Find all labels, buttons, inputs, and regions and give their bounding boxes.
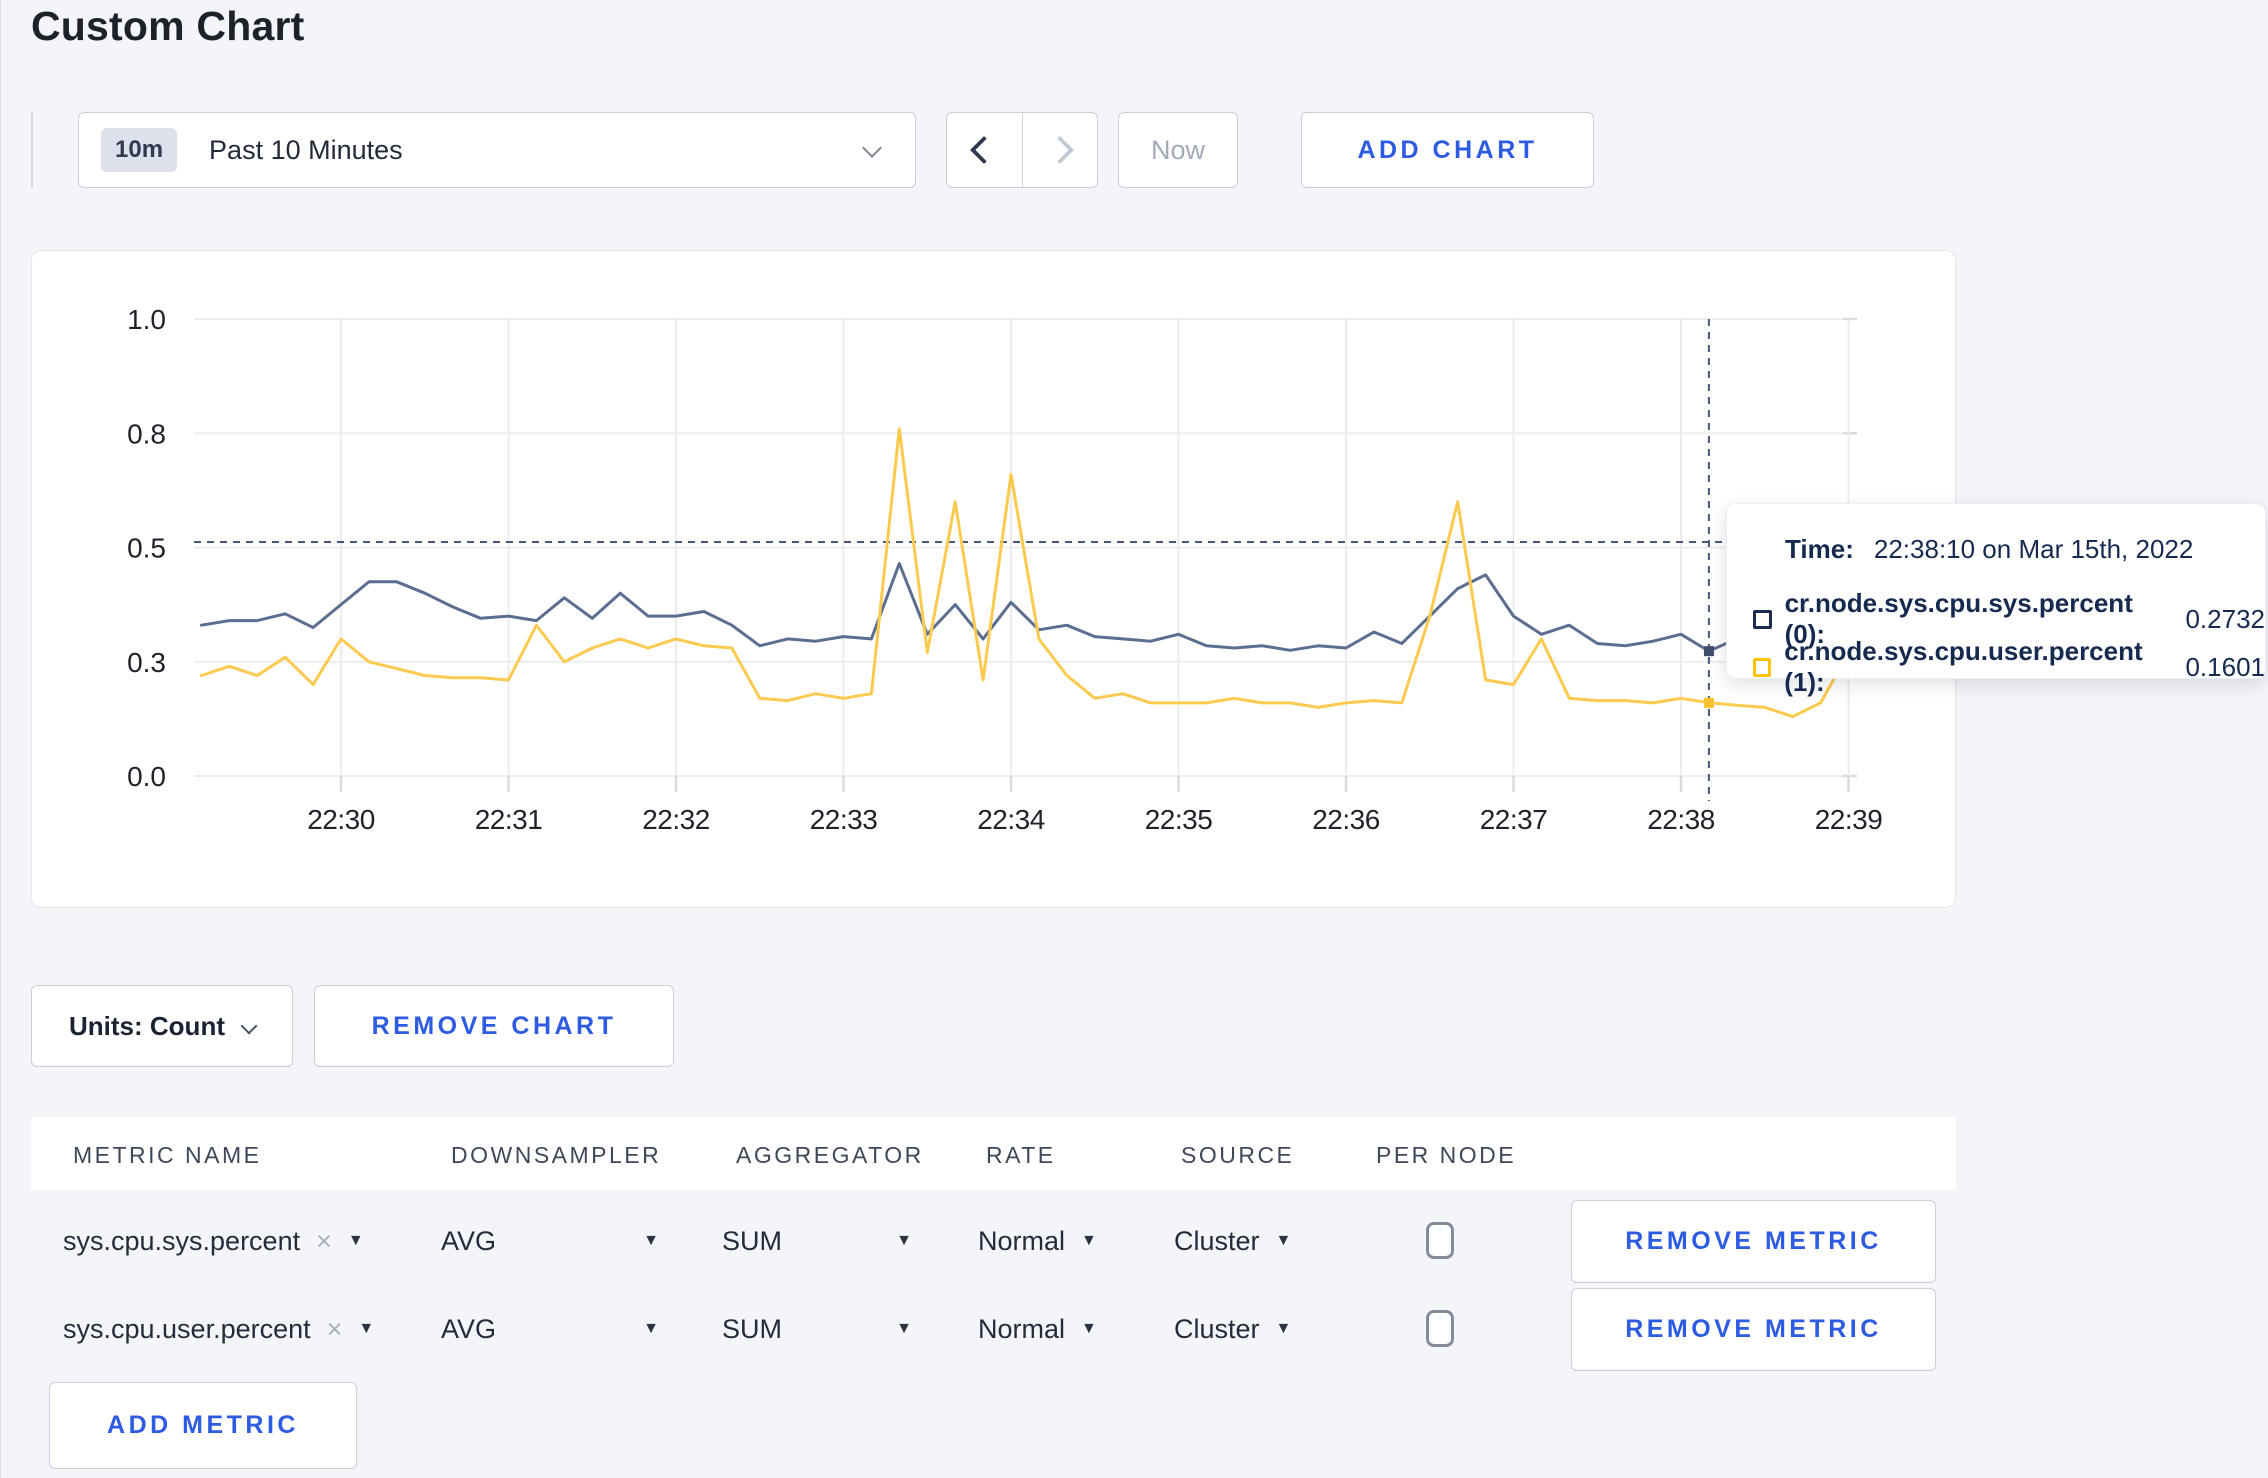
tooltip-series-row: cr.node.sys.cpu.user.percent (1): 0.1601 xyxy=(1753,636,2265,698)
source-select[interactable]: Cluster ▼ xyxy=(1174,1223,1291,1259)
tooltip-series-label: cr.node.sys.cpu.user.percent (1): xyxy=(1784,636,2143,697)
add-metric-button[interactable]: ADD METRIC xyxy=(49,1382,357,1469)
metrics-table-header: METRIC NAME DOWNSAMPLER AGGREGATOR RATE … xyxy=(31,1118,1956,1190)
rate-value: Normal xyxy=(978,1225,1066,1256)
y-axis-label: 0.3 xyxy=(127,647,166,678)
tooltip-time-value: 22:38:10 on Mar 15th, 2022 xyxy=(1873,534,2194,564)
hover-point xyxy=(1703,697,1714,708)
source-value: Cluster xyxy=(1174,1225,1260,1256)
units-dropdown[interactable]: Units: Count xyxy=(31,985,293,1067)
x-axis-label: 22:37 xyxy=(1480,804,1548,835)
dropdown-arrow-icon: ▼ xyxy=(1081,1320,1097,1337)
page-title: Custom Chart xyxy=(31,3,305,49)
dropdown-arrow-icon: ▼ xyxy=(896,1232,912,1249)
time-range-badge: 10m xyxy=(101,128,178,172)
aggregator-select[interactable]: SUM ▼ xyxy=(722,1223,912,1259)
toolbar-divider xyxy=(31,112,33,188)
x-axis-label: 22:36 xyxy=(1312,804,1380,835)
y-axis-label: 0.0 xyxy=(127,761,166,792)
col-header-metric-name: METRIC NAME xyxy=(73,1142,262,1168)
rate-select[interactable]: Normal ▼ xyxy=(978,1311,1097,1347)
x-axis-label: 22:34 xyxy=(977,804,1045,835)
per-node-checkbox[interactable] xyxy=(1426,1222,1454,1259)
downsampler-value: AVG xyxy=(441,1313,497,1344)
add-chart-button[interactable]: ADD CHART xyxy=(1301,112,1594,188)
metric-name-select[interactable]: sys.cpu.sys.percent × ▼ xyxy=(63,1223,364,1259)
prev-time-button[interactable] xyxy=(947,113,1023,187)
tooltip-series-value: 0.2732 xyxy=(2185,603,2265,634)
col-header-per-node: PER NODE xyxy=(1376,1142,1517,1168)
chevron-left-icon xyxy=(970,135,999,165)
time-nav-group xyxy=(946,112,1098,188)
rate-select[interactable]: Normal ▼ xyxy=(978,1223,1097,1259)
chevron-down-icon xyxy=(862,138,882,158)
dropdown-arrow-icon: ▼ xyxy=(896,1320,912,1337)
dropdown-arrow-icon: ▼ xyxy=(347,1232,364,1249)
x-axis-label: 22:32 xyxy=(642,804,710,835)
downsampler-value: AVG xyxy=(441,1225,497,1256)
remove-chart-button[interactable]: REMOVE CHART xyxy=(314,985,674,1067)
cpu-usage-chart[interactable]: 0.0 0.3 0.5 0.8 1.0 22:30 22:31 22:32 22:33 22:34… xyxy=(32,251,1957,909)
aggregator-value: SUM xyxy=(722,1313,782,1344)
next-time-button[interactable] xyxy=(1023,113,1098,187)
remove-metric-button[interactable]: REMOVE METRIC xyxy=(1571,1200,1936,1283)
chevron-down-icon xyxy=(240,1017,258,1035)
dropdown-arrow-icon: ▼ xyxy=(1275,1320,1292,1337)
tooltip-time-label: Time: xyxy=(1785,534,1854,564)
metric-name-value: sys.cpu.user.percent xyxy=(63,1313,311,1344)
chevron-right-icon xyxy=(1045,135,1074,165)
units-label: Units: Count xyxy=(69,1010,225,1041)
y-axis-label: 0.5 xyxy=(127,533,166,564)
series-line xyxy=(199,427,1850,719)
metric-name-value: sys.cpu.sys.percent xyxy=(63,1225,301,1256)
downsampler-select[interactable]: AVG ▼ xyxy=(441,1311,659,1347)
y-axis-label: 1.0 xyxy=(127,304,166,335)
clear-metric-icon[interactable]: × xyxy=(316,1226,332,1257)
x-axis-label: 22:39 xyxy=(1815,804,1883,835)
now-button[interactable]: Now xyxy=(1118,112,1238,188)
sys-series-swatch-icon xyxy=(1753,609,1772,629)
dropdown-arrow-icon: ▼ xyxy=(1081,1232,1097,1249)
clear-metric-icon[interactable]: × xyxy=(327,1314,343,1345)
aggregator-value: SUM xyxy=(722,1225,782,1256)
source-value: Cluster xyxy=(1174,1313,1260,1344)
col-header-downsampler: DOWNSAMPLER xyxy=(451,1142,662,1168)
x-axis-label: 22:30 xyxy=(307,804,375,835)
remove-metric-button[interactable]: REMOVE METRIC xyxy=(1571,1288,1936,1371)
chart-tooltip: Time: 22:38:10 on Mar 15th, 2022 cr.node.… xyxy=(1726,503,2266,697)
hover-point xyxy=(1703,646,1714,657)
downsampler-select[interactable]: AVG ▼ xyxy=(441,1223,659,1259)
col-header-aggregator: AGGREGATOR xyxy=(736,1142,924,1168)
x-axis-label: 22:38 xyxy=(1647,804,1715,835)
series-line xyxy=(199,562,1850,653)
dropdown-arrow-icon: ▼ xyxy=(1275,1232,1292,1249)
rate-value: Normal xyxy=(978,1313,1066,1344)
col-header-rate: RATE xyxy=(986,1142,1056,1168)
dropdown-arrow-icon: ▼ xyxy=(643,1320,659,1337)
x-axis-label: 22:33 xyxy=(810,804,878,835)
tooltip-time-row: Time: 22:38:10 on Mar 15th, 2022 xyxy=(1785,534,2193,565)
tooltip-series-value: 0.1601 xyxy=(2185,651,2265,682)
col-header-source: SOURCE xyxy=(1181,1142,1295,1168)
per-node-checkbox[interactable] xyxy=(1426,1310,1454,1347)
y-axis-label: 0.8 xyxy=(127,418,166,449)
chart-panel: 0.0 0.3 0.5 0.8 1.0 22:30 22:31 22:32 22:33 22:34… xyxy=(31,250,1956,908)
aggregator-select[interactable]: SUM ▼ xyxy=(722,1311,912,1347)
time-range-dropdown[interactable]: 10m Past 10 Minutes xyxy=(78,112,916,188)
x-axis-label: 22:35 xyxy=(1145,804,1213,835)
metric-name-select[interactable]: sys.cpu.user.percent × ▼ xyxy=(63,1311,374,1347)
source-select[interactable]: Cluster ▼ xyxy=(1174,1311,1291,1347)
dropdown-arrow-icon: ▼ xyxy=(358,1320,375,1337)
user-series-swatch-icon xyxy=(1753,657,1772,677)
time-range-label: Past 10 Minutes xyxy=(209,134,403,165)
x-axis-label: 22:31 xyxy=(475,804,543,835)
dropdown-arrow-icon: ▼ xyxy=(643,1232,659,1249)
